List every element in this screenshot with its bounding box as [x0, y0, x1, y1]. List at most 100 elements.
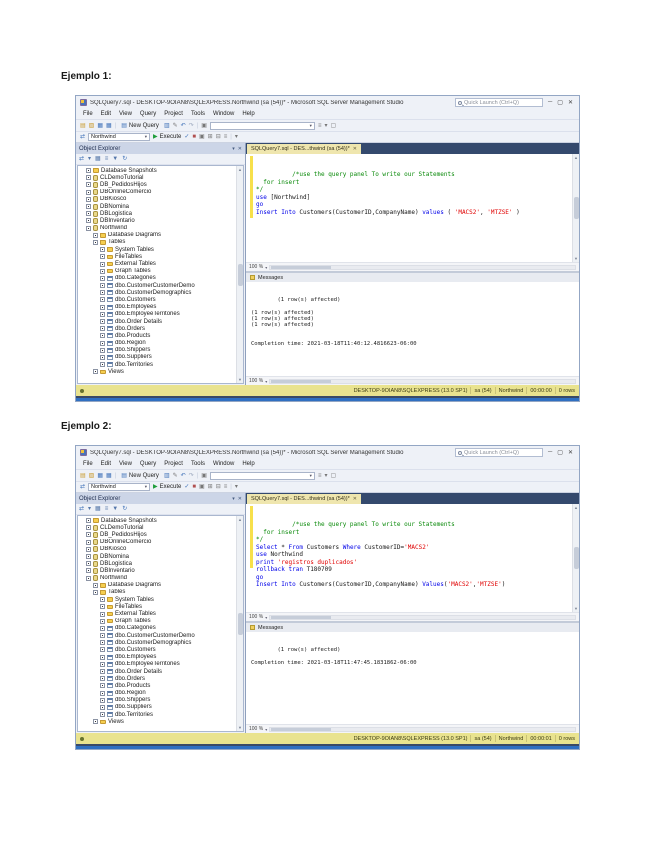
expander-icon[interactable]: [86, 547, 91, 552]
new-file-icon[interactable]: ▤: [80, 123, 86, 129]
open-query-icon[interactable]: ▥: [164, 473, 170, 479]
connect-dropdown-icon[interactable]: ▾: [88, 506, 91, 512]
horizontal-scrollbar[interactable]: [269, 265, 576, 270]
menu-item[interactable]: Tools: [191, 461, 205, 467]
toolbar-combobox[interactable]: ▾: [210, 472, 315, 480]
expander-icon[interactable]: [100, 612, 105, 617]
tree-item[interactable]: Views: [78, 368, 235, 375]
expander-icon[interactable]: [100, 341, 105, 346]
close-icon[interactable]: ✕: [238, 496, 242, 502]
undo-icon[interactable]: ↶: [181, 123, 186, 129]
tree-tool-icon[interactable]: ▦: [95, 506, 101, 512]
tree-item[interactable]: dbo.Employees: [78, 304, 235, 311]
scrollbar-thumb[interactable]: [238, 613, 243, 635]
expander-icon[interactable]: [100, 683, 105, 688]
tree-item[interactable]: Tables: [78, 239, 235, 246]
menu-item[interactable]: Edit: [101, 461, 111, 467]
execute-button[interactable]: ▶ Execute: [153, 134, 181, 140]
connection-icon[interactable]: ⇄: [80, 134, 85, 140]
execute-button[interactable]: ▶ Execute: [153, 484, 181, 490]
editor-scrollbar[interactable]: ▲ ▼: [572, 504, 579, 612]
tree-item[interactable]: dbo.Orders: [78, 675, 235, 682]
tree-item[interactable]: dbo.CustomerCustomerDemo: [78, 632, 235, 639]
maximize-button[interactable]: ▢: [557, 449, 563, 456]
menu-item[interactable]: View: [119, 111, 132, 117]
expander-icon[interactable]: [100, 290, 105, 295]
tree-item[interactable]: DB_PedidosHijos: [78, 531, 235, 538]
expander-icon[interactable]: [86, 226, 91, 231]
expander-icon[interactable]: [100, 348, 105, 353]
hide-results-icon[interactable]: ⊟: [216, 134, 221, 140]
list-icon[interactable]: ≡: [224, 484, 228, 490]
menu-item[interactable]: Help: [242, 111, 254, 117]
edit-icon[interactable]: ✎: [173, 123, 178, 129]
menu-item[interactable]: Help: [242, 461, 254, 467]
editor-scrollbar[interactable]: ▲ ▼: [572, 154, 579, 262]
expander-icon[interactable]: [86, 168, 91, 173]
tree-item[interactable]: dbo.Suppliers: [78, 704, 235, 711]
save-all-icon[interactable]: ▦: [106, 123, 112, 129]
scroll-down-icon[interactable]: ▼: [574, 256, 578, 261]
save-icon[interactable]: ▦: [97, 123, 103, 129]
tree-item[interactable]: DBNomina: [78, 203, 235, 210]
tree-item[interactable]: Graph Tables: [78, 268, 235, 275]
chevron-down-icon[interactable]: ▾: [265, 265, 267, 270]
tree-item[interactable]: DBOnlineComercio: [78, 189, 235, 196]
close-button[interactable]: ✕: [568, 99, 573, 106]
messages-pane[interactable]: (1 row(s) affected) (1 row(s) affected) …: [246, 282, 579, 376]
expander-icon[interactable]: [100, 633, 105, 638]
debug-icon[interactable]: ▣: [199, 484, 205, 490]
expander-icon[interactable]: [100, 305, 105, 310]
scrollbar-thumb[interactable]: [574, 197, 579, 219]
connect-dropdown-icon[interactable]: ▾: [88, 156, 91, 162]
tree-item[interactable]: dbo.Territories: [78, 711, 235, 718]
expander-icon[interactable]: [100, 312, 105, 317]
object-explorer-header[interactable]: Object Explorer ▾ ✕: [76, 493, 245, 504]
title-bar[interactable]: SQLQuery7.sql - DESKTOP-9OIAN8\SQLEXPRES…: [76, 96, 579, 109]
show-results-icon[interactable]: ⊞: [208, 134, 213, 140]
expander-icon[interactable]: [100, 247, 105, 252]
dropdown-icon[interactable]: ▾: [324, 123, 327, 129]
debug-icon[interactable]: ▣: [199, 134, 205, 140]
zoom-level[interactable]: 100 %: [249, 378, 263, 384]
tree-item[interactable]: DBKiosco: [78, 196, 235, 203]
expander-icon[interactable]: [100, 597, 105, 602]
tab-close-icon[interactable]: ✕: [353, 146, 357, 152]
tree-item[interactable]: DBInventario: [78, 217, 235, 224]
redo-icon[interactable]: ↷: [189, 473, 194, 479]
new-file-icon[interactable]: ▤: [80, 473, 86, 479]
tree-item[interactable]: System Tables: [78, 596, 235, 603]
title-bar[interactable]: SQLQuery7.sql - DESKTOP-9OIAN8\SQLEXPRES…: [76, 446, 579, 459]
tree-item[interactable]: dbo.Categories: [78, 275, 235, 282]
menu-item[interactable]: Tools: [191, 111, 205, 117]
pin-icon[interactable]: ▾: [232, 146, 235, 152]
expander-icon[interactable]: [86, 175, 91, 180]
expander-icon[interactable]: [100, 362, 105, 367]
toolbar-combobox[interactable]: ▾: [210, 122, 315, 130]
tree-item[interactable]: Database Diagrams: [78, 232, 235, 239]
list-icon[interactable]: ≡: [318, 473, 322, 479]
expander-icon[interactable]: [100, 333, 105, 338]
tree-item[interactable]: dbo.Territories: [78, 361, 235, 368]
expander-icon[interactable]: [100, 712, 105, 717]
menu-item[interactable]: Query: [140, 111, 156, 117]
dropdown-icon[interactable]: ▾: [235, 134, 238, 140]
tree-item[interactable]: Database Snapshots: [78, 167, 235, 174]
tree-item[interactable]: dbo.Region: [78, 340, 235, 347]
expander-icon[interactable]: [100, 705, 105, 710]
expander-icon[interactable]: [100, 626, 105, 631]
filter-icon[interactable]: ▼: [112, 506, 118, 512]
database-combobox[interactable]: Northwind ▾: [88, 133, 150, 141]
tree-item[interactable]: CLDemoTutorial: [78, 174, 235, 181]
tree-item[interactable]: dbo.Region: [78, 690, 235, 697]
parse-check-icon[interactable]: ✓: [184, 134, 189, 140]
tree-item[interactable]: Database Diagrams: [78, 582, 235, 589]
tree-item[interactable]: dbo.CustomerCustomerDemo: [78, 282, 235, 289]
chevron-down-icon[interactable]: ▾: [265, 727, 267, 732]
menu-item[interactable]: Project: [164, 461, 183, 467]
chevron-down-icon[interactable]: ▾: [265, 379, 267, 384]
tab-close-icon[interactable]: ✕: [353, 496, 357, 502]
zoom-level[interactable]: 100 %: [249, 726, 263, 732]
tree-item[interactable]: dbo.CustomerDemographics: [78, 639, 235, 646]
open-query-icon[interactable]: ▥: [164, 123, 170, 129]
